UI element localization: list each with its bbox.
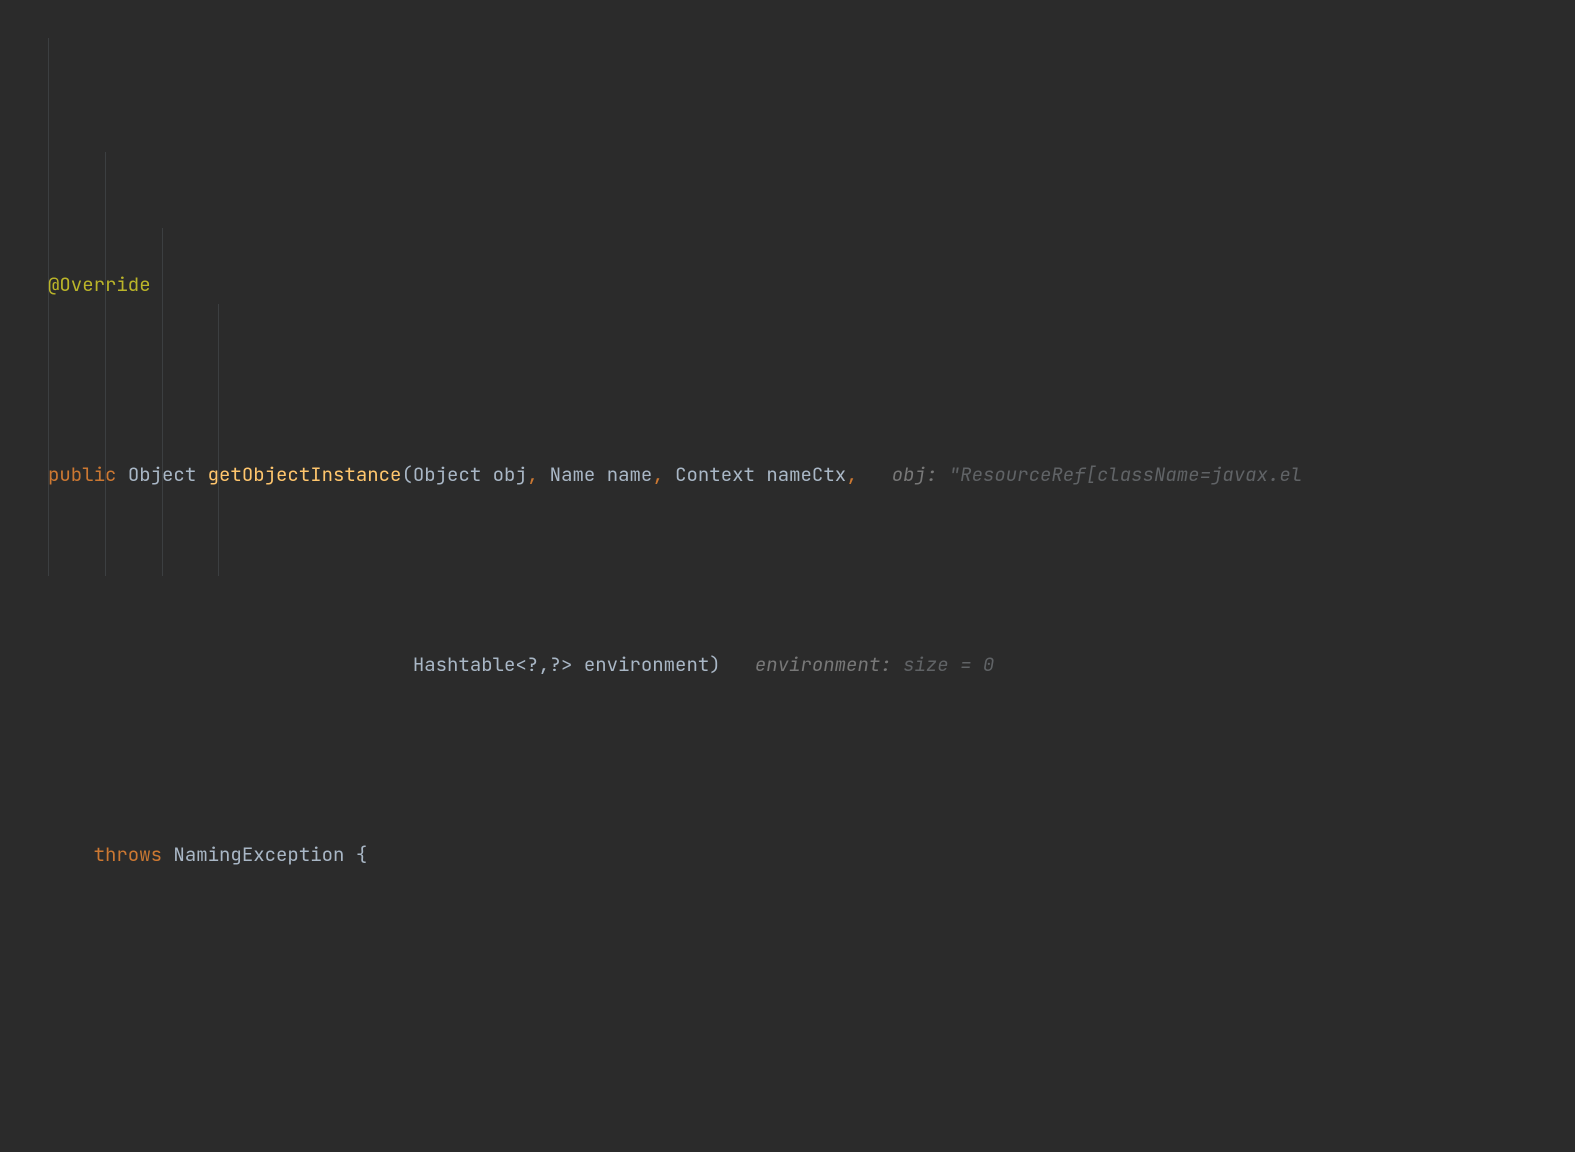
return-type: Object	[128, 462, 196, 487]
indent-guides	[48, 0, 94, 1152]
annotation: @Override	[48, 272, 151, 297]
param-type: Object	[413, 462, 481, 487]
code-line[interactable]: public Object getObjectInstance(Object o…	[0, 456, 1575, 494]
param-type: Hashtable	[413, 652, 516, 677]
code-line[interactable]	[0, 1026, 1575, 1064]
keyword-throws: throws	[94, 842, 162, 867]
code-line[interactable]: throws NamingException {	[0, 836, 1575, 874]
param-type: Context	[675, 462, 755, 487]
param-name: nameCtx	[766, 462, 846, 487]
inline-hint-value: size = 0	[892, 652, 995, 677]
code-line[interactable]: @Override	[0, 266, 1575, 304]
inline-hint-label: environment:	[755, 652, 892, 677]
inline-hint-value: "ResourceRef[className=javax.el	[949, 462, 1302, 487]
exception-type: NamingException	[173, 842, 344, 867]
param-name: obj	[493, 462, 527, 487]
keyword-public: public	[48, 462, 116, 487]
param-name: environment	[584, 652, 709, 677]
generics: <?,?>	[515, 652, 572, 677]
param-type: Name	[550, 462, 596, 487]
method-name: getObjectInstance	[208, 462, 402, 487]
param-name: name	[607, 462, 653, 487]
code-editor[interactable]: @Override public Object getObjectInstanc…	[0, 0, 1575, 1152]
inline-hint-label: obj:	[892, 462, 938, 487]
code-line[interactable]: Hashtable<?,?> environment) environment:…	[0, 646, 1575, 684]
